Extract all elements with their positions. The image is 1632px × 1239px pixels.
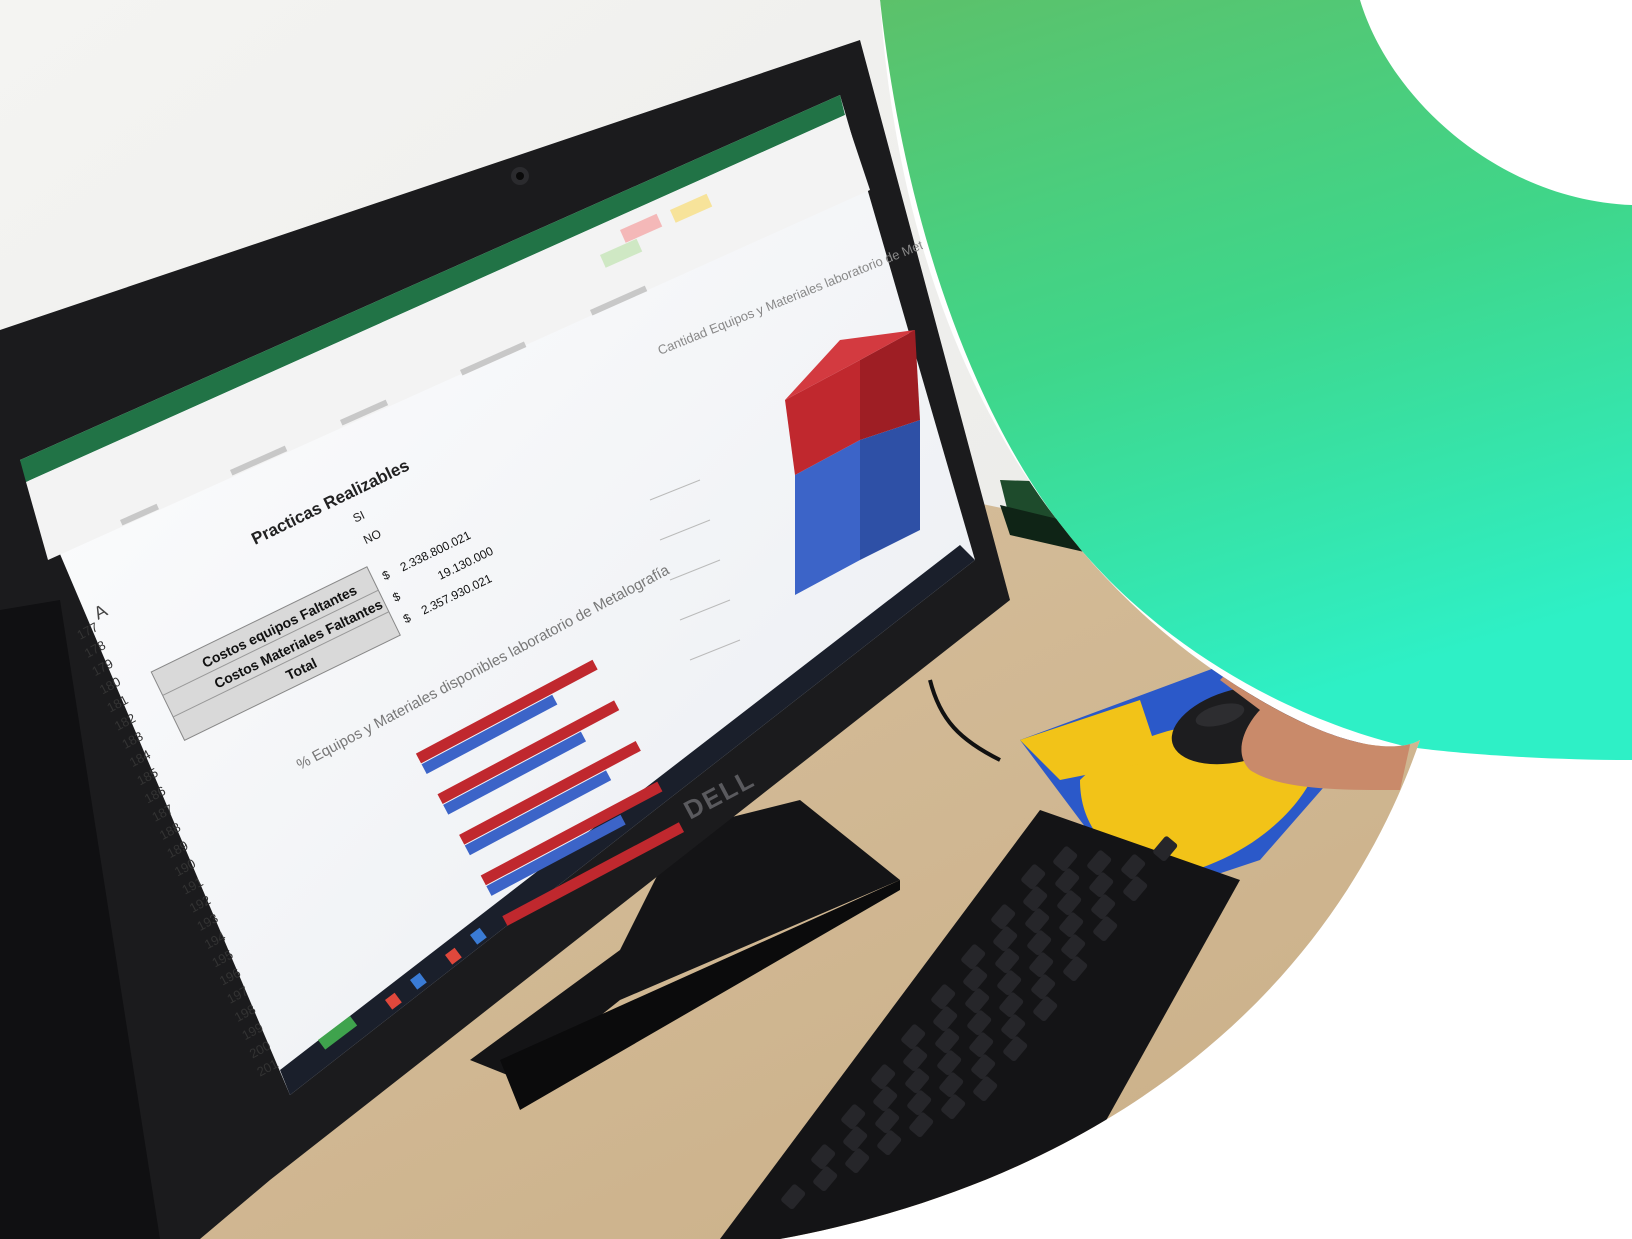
photo-scene: DELL 177 178 179 180 181 182 183 184 185… (0, 0, 1632, 1239)
scene-svg: DELL 17717817918018118218318418518618718… (0, 0, 1632, 1239)
